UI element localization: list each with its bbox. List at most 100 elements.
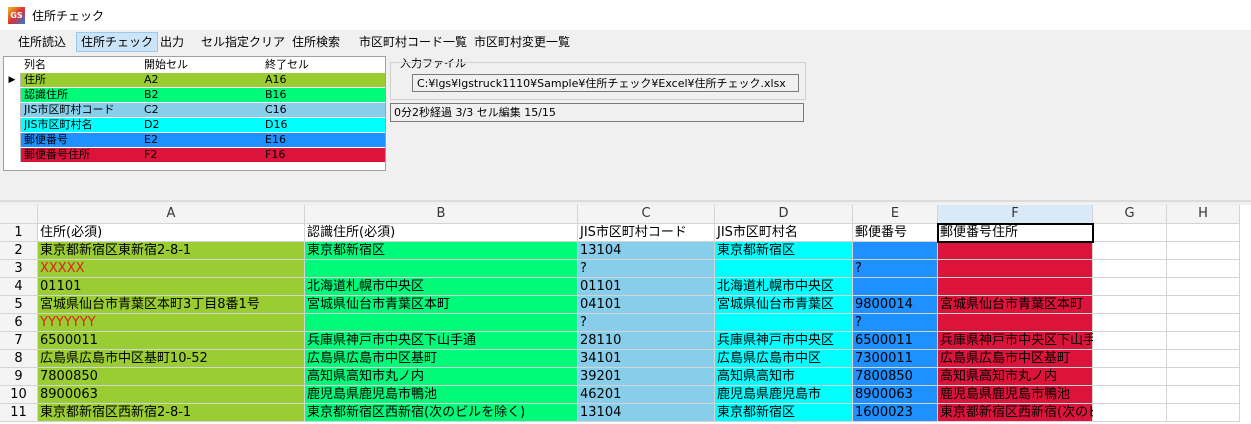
sheet-cell[interactable]: 01101	[578, 278, 715, 296]
sheet-cell[interactable]	[938, 278, 1093, 296]
sheet-cell[interactable]: 東京都新宿区	[715, 404, 853, 422]
sheet-cell[interactable]: JIS市区町村コード	[578, 224, 715, 242]
grid-row[interactable]: ▶ 住所 A2 A16	[4, 73, 385, 87]
sheet-cell[interactable]	[1167, 386, 1240, 404]
menu-address-check[interactable]: 住所チェック	[76, 32, 159, 52]
sheet-cell[interactable]: 東京都新宿区東新宿2-8-1	[38, 242, 305, 260]
column-header-h[interactable]: H	[1167, 205, 1240, 224]
sheet-cell[interactable]	[938, 314, 1093, 332]
menu-city-change-list[interactable]: 市区町村変更一覧	[470, 33, 574, 51]
menu-clear-cell-spec[interactable]: セル指定クリア	[197, 33, 289, 51]
sheet-cell[interactable]: 宮城県仙台市青葉区	[715, 296, 853, 314]
sheet-cell[interactable]	[1167, 296, 1240, 314]
sheet-cell[interactable]: 鹿児島県鹿児島市鴨池	[305, 386, 578, 404]
row-header[interactable]: 6	[0, 314, 38, 332]
column-header-a[interactable]: A	[38, 205, 305, 224]
sheet-cell[interactable]: 広島県広島市中区	[715, 350, 853, 368]
sheet-cell[interactable]: 9800014	[853, 296, 938, 314]
spreadsheet[interactable]: A B C D E F G H 1 住所(必須) 認識住所(必須) JIS市区町村コード JIS市区町村…	[0, 205, 1251, 424]
menu-city-code-list[interactable]: 市区町村コード一覧	[355, 33, 471, 51]
sheet-cell[interactable]: JIS市区町村名	[715, 224, 853, 242]
row-header[interactable]: 2	[0, 242, 38, 260]
sheet-cell[interactable]	[1167, 368, 1240, 386]
grid-row[interactable]: 郵便番号 E2 E16	[4, 133, 385, 147]
input-file-path[interactable]: C:¥lgs¥lgstruck1110¥Sample¥住所チェック¥Excel¥…	[412, 74, 799, 92]
sheet-cell[interactable]	[1167, 224, 1240, 242]
sheet-cell[interactable]: 8900063	[853, 386, 938, 404]
sheet-cell[interactable]: ?	[853, 260, 938, 278]
sheet-cell[interactable]: 認識住所(必須)	[305, 224, 578, 242]
sheet-cell[interactable]: ?	[578, 260, 715, 278]
sheet-cell[interactable]: 28110	[578, 332, 715, 350]
sheet-cell[interactable]: 7800850	[853, 368, 938, 386]
splitter[interactable]	[0, 200, 1251, 202]
sheet-cell[interactable]: 東京都新宿区西新宿(次のビルを除く)	[938, 404, 1158, 422]
grid-row[interactable]: JIS市区町村コード C2 C16	[4, 103, 385, 117]
row-header[interactable]: 11	[0, 404, 38, 422]
sheet-cell[interactable]: 兵庫県神戸市中央区	[715, 332, 853, 350]
menu-output[interactable]: 出力	[156, 33, 188, 51]
sheet-cell[interactable]	[1093, 368, 1167, 386]
row-header[interactable]: 5	[0, 296, 38, 314]
sheet-cell[interactable]	[715, 314, 853, 332]
sheet-cell[interactable]: 高知県高知市丸ノ内	[938, 368, 1093, 386]
row-header[interactable]: 3	[0, 260, 38, 278]
sheet-cell[interactable]: 高知県高知市	[715, 368, 853, 386]
sheet-cell[interactable]	[1093, 278, 1167, 296]
column-header-f[interactable]: F	[938, 205, 1093, 224]
sheet-cell[interactable]: 13104	[578, 242, 715, 260]
sheet-cell[interactable]: 広島県広島市中区基町10-52	[38, 350, 305, 368]
sheet-cell[interactable]	[938, 242, 1093, 260]
sheet-cell[interactable]: 東京都新宿区	[305, 242, 578, 260]
sheet-cell[interactable]	[1093, 260, 1167, 278]
sheet-cell[interactable]	[853, 242, 938, 260]
sheet-cell[interactable]: 宮城県仙台市青葉区本町3丁目8番1号	[38, 296, 305, 314]
sheet-cell[interactable]	[715, 260, 853, 278]
sheet-cell[interactable]: 46201	[578, 386, 715, 404]
grid-row[interactable]: JIS市区町村名 D2 D16	[4, 118, 385, 132]
column-header-d[interactable]: D	[715, 205, 853, 224]
sheet-cell[interactable]: 1600023	[853, 404, 938, 422]
sheet-cell[interactable]	[1093, 296, 1167, 314]
sheet-cell[interactable]: 鹿児島県鹿児島市	[715, 386, 853, 404]
sheet-cell[interactable]: 7300011	[853, 350, 938, 368]
sheet-cell[interactable]	[1167, 278, 1240, 296]
sheet-cell[interactable]: 鹿児島県鹿児島市鴨池	[938, 386, 1093, 404]
column-header-b[interactable]: B	[305, 205, 578, 224]
sheet-cell[interactable]: 北海道札幌市中央区	[715, 278, 853, 296]
sheet-cell[interactable]: 北海道札幌市中央区	[305, 278, 578, 296]
sheet-cell[interactable]	[1167, 350, 1240, 368]
menu-address-search[interactable]: 住所検索	[288, 33, 344, 51]
sheet-cell[interactable]	[1167, 260, 1240, 278]
sheet-cell[interactable]: 7800850	[38, 368, 305, 386]
column-header-c[interactable]: C	[578, 205, 715, 224]
menu-load-address[interactable]: 住所読込	[14, 33, 70, 51]
row-header[interactable]: 7	[0, 332, 38, 350]
sheet-cell[interactable]	[305, 260, 578, 278]
sheet-cell[interactable]	[1093, 332, 1167, 350]
sheet-cell[interactable]	[1167, 242, 1240, 260]
column-grid[interactable]: 列名 開始セル 終了セル ▶ 住所 A2 A16 認識住所 B2 B16 JIS市区町村コード…	[3, 56, 386, 171]
sheet-cell[interactable]	[1093, 314, 1167, 332]
sheet-cell[interactable]: 宮城県仙台市青葉区本町	[938, 296, 1093, 314]
sheet-cell[interactable]: 兵庫県神戸市中央区下山手通	[938, 332, 1109, 350]
sheet-cell[interactable]: 宮城県仙台市青葉区本町	[305, 296, 578, 314]
sheet-cell[interactable]: 8900063	[38, 386, 305, 404]
sheet-cell[interactable]	[1093, 386, 1167, 404]
sheet-cell[interactable]	[1167, 332, 1240, 350]
sheet-cell[interactable]: 6500011	[38, 332, 305, 350]
sheet-cell[interactable]: 兵庫県神戸市中央区下山手通	[305, 332, 578, 350]
sheet-cell[interactable]	[1093, 404, 1167, 422]
sheet-cell[interactable]: 東京都新宿区西新宿2-8-1	[38, 404, 305, 422]
sheet-cell[interactable]: 01101	[38, 278, 305, 296]
sheet-cell[interactable]	[1167, 314, 1240, 332]
sheet-cell[interactable]: ?	[853, 314, 938, 332]
sheet-cell[interactable]	[1167, 404, 1240, 422]
sheet-cell[interactable]: 東京都新宿区西新宿(次のビルを除く)	[305, 404, 578, 422]
sheet-cell[interactable]: YYYYYYY	[38, 314, 305, 332]
sheet-cell[interactable]	[1093, 224, 1167, 242]
sheet-cell[interactable]: 広島県広島市中区基町	[938, 350, 1093, 368]
sheet-cell[interactable]: XXXXX	[38, 260, 305, 278]
column-header-e[interactable]: E	[853, 205, 938, 224]
row-header[interactable]: 9	[0, 368, 38, 386]
